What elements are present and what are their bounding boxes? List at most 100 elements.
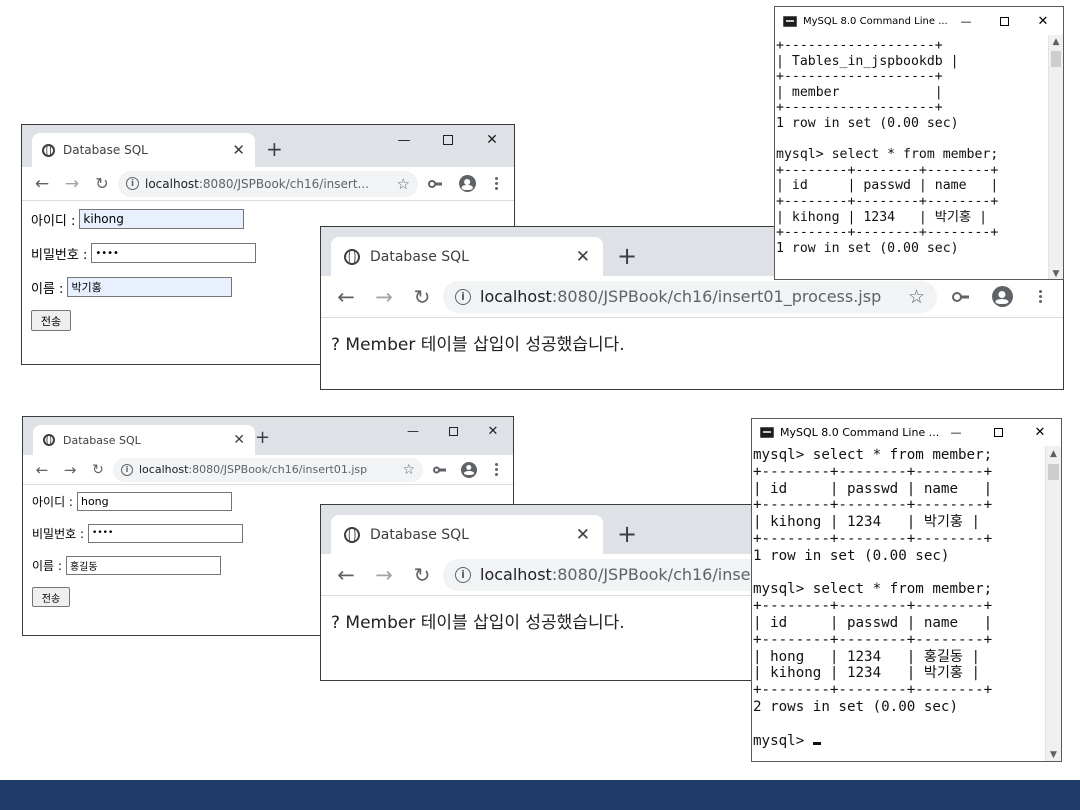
console-line: +--------+--------+--------+ <box>753 598 993 615</box>
console-line: 2 rows in set (0.00 sec) <box>753 698 958 715</box>
new-tab-button[interactable]: + <box>617 520 637 548</box>
window-controls: — ✕ <box>382 125 514 155</box>
menu-kebab-icon[interactable] <box>485 463 507 476</box>
browser-toolbar: ← → ↻ i localhost:8080/JSPBook/ch16/inse… <box>321 276 1063 318</box>
forward-arrow-icon[interactable]: → <box>367 563 401 587</box>
back-arrow-icon[interactable]: ← <box>28 174 56 194</box>
id-field[interactable]: hong <box>76 491 232 511</box>
close-window-icon[interactable]: ✕ <box>1023 7 1063 35</box>
browser-toolbar: ← → ↻ i localhost:8080/JSPBook/ch16/inse… <box>321 554 779 596</box>
close-window-icon[interactable]: ✕ <box>470 125 514 155</box>
console-window-controls: — ✕ <box>947 7 1063 35</box>
reload-icon[interactable]: ↻ <box>405 563 439 587</box>
console-line: 1 row in set (0.00 sec) <box>776 115 959 131</box>
tab-title: Database SQL <box>370 526 469 543</box>
browser-window-result-bottom: Database SQL ✕ + ← → ↻ i localhost:8080/… <box>320 504 780 681</box>
globe-icon <box>344 526 360 543</box>
globe-icon <box>344 248 360 265</box>
profile-avatar-icon[interactable] <box>455 461 483 478</box>
maximize-icon[interactable] <box>426 125 470 155</box>
minimize-icon[interactable]: — <box>382 125 426 155</box>
forward-arrow-icon[interactable]: → <box>367 285 401 309</box>
scroll-thumb[interactable] <box>1048 464 1059 480</box>
reload-icon[interactable]: ↻ <box>405 285 439 309</box>
maximize-icon[interactable] <box>433 417 473 445</box>
console-text: +-------------------+ | Tables_in_jspbook… <box>776 38 1049 256</box>
console-line: | kihong | 1234 | 박기홍 | <box>776 209 988 225</box>
scroll-up-arrow-icon[interactable]: ▲ <box>1046 449 1061 459</box>
result-page: ? Member 테이블 삽입이 성공했습니다. <box>321 596 779 645</box>
browser-tab[interactable]: Database SQL ✕ <box>331 237 603 276</box>
console-line: +-------------------+ <box>776 69 943 85</box>
minimize-icon[interactable]: — <box>393 417 433 445</box>
key-icon[interactable] <box>941 291 979 303</box>
back-arrow-icon[interactable]: ← <box>29 461 55 479</box>
address-bar[interactable]: i localhost:8080/JSPBook/ch16/insert... … <box>118 170 418 197</box>
scroll-up-arrow-icon[interactable]: ▲ <box>1049 37 1063 47</box>
info-icon[interactable]: i <box>121 463 133 476</box>
maximize-icon[interactable] <box>985 7 1023 35</box>
key-icon[interactable] <box>420 179 450 189</box>
reload-icon[interactable]: ↻ <box>88 174 116 193</box>
scroll-down-arrow-icon[interactable]: ▼ <box>1046 750 1061 760</box>
forward-arrow-icon[interactable]: → <box>58 174 86 194</box>
browser-toolbar: ← → ↻ i localhost:8080/JSPBook/ch16/inse… <box>22 167 514 201</box>
browser-tab[interactable]: Database SQL ✕ <box>33 425 255 455</box>
minimize-icon[interactable]: — <box>935 419 977 446</box>
profile-avatar-icon[interactable] <box>983 286 1021 307</box>
close-tab-icon[interactable]: ✕ <box>576 525 590 545</box>
scroll-thumb[interactable] <box>1051 51 1061 67</box>
menu-kebab-icon[interactable] <box>1025 290 1055 303</box>
browser-tab[interactable]: Database SQL ✕ <box>331 515 603 554</box>
info-icon[interactable]: i <box>455 288 471 305</box>
back-arrow-icon[interactable]: ← <box>329 285 363 309</box>
close-window-icon[interactable]: ✕ <box>473 417 513 445</box>
info-icon[interactable]: i <box>126 177 139 190</box>
close-tab-icon[interactable]: ✕ <box>576 247 590 267</box>
console-app-icon <box>760 427 774 438</box>
password-field[interactable]: •••• <box>91 243 257 263</box>
name-label: 이름 : <box>32 558 62 573</box>
close-tab-icon[interactable]: ✕ <box>233 432 245 448</box>
text-cursor <box>812 741 821 745</box>
key-icon[interactable] <box>425 465 453 474</box>
minimize-icon[interactable]: — <box>947 7 985 35</box>
back-arrow-icon[interactable]: ← <box>329 563 363 587</box>
menu-kebab-icon[interactable] <box>484 177 508 190</box>
browser-tab[interactable]: Database SQL ✕ <box>32 133 255 167</box>
name-field[interactable]: 홍길동 <box>65 555 221 575</box>
new-tab-button[interactable]: + <box>266 137 283 161</box>
bookmark-star-icon[interactable]: ☆ <box>397 175 410 193</box>
console-prompt-line[interactable]: mysql> <box>753 733 1047 750</box>
console-line: | id | passwd | name | <box>753 614 993 631</box>
submit-button[interactable]: 전송 <box>32 587 70 607</box>
close-window-icon[interactable]: ✕ <box>1019 419 1061 446</box>
name-field[interactable]: 박기홍 <box>67 277 233 297</box>
address-bar[interactable]: i localhost:8080/JSPBook/ch16/insert01.j… <box>113 457 423 482</box>
new-tab-button[interactable]: + <box>255 427 270 448</box>
password-label: 비밀번호 : <box>31 247 88 263</box>
maximize-icon[interactable] <box>977 419 1019 446</box>
tab-title: Database SQL <box>370 248 469 265</box>
console-line: mysql> select * from member; <box>776 147 999 163</box>
submit-button[interactable]: 전송 <box>31 310 71 331</box>
profile-avatar-icon[interactable] <box>452 175 482 192</box>
scroll-down-arrow-icon[interactable]: ▼ <box>1049 269 1063 279</box>
console-title: MySQL 8.0 Command Line ... <box>803 15 948 27</box>
console-app-icon <box>783 15 797 27</box>
close-tab-icon[interactable]: ✕ <box>232 141 245 159</box>
console-scrollbar[interactable]: ▲ ▼ <box>1048 35 1063 279</box>
info-icon[interactable]: i <box>455 566 471 583</box>
password-field[interactable]: •••• <box>88 523 244 543</box>
new-tab-button[interactable]: + <box>617 242 637 270</box>
bookmark-star-icon[interactable]: ☆ <box>402 462 415 478</box>
forward-arrow-icon[interactable]: → <box>57 461 83 479</box>
reload-icon[interactable]: ↻ <box>85 462 111 478</box>
address-bar[interactable]: i localhost:8080/JSPBook/ch16/insert01_p… <box>443 280 937 313</box>
console-scrollbar[interactable]: ▲ ▼ <box>1045 446 1061 761</box>
address-bar[interactable]: i localhost:8080/JSPBook/ch16/insert01 <box>443 558 771 591</box>
result-message: ? Member 테이블 삽입이 성공했습니다. <box>331 335 625 355</box>
bookmark-star-icon[interactable]: ☆ <box>908 286 925 308</box>
id-field[interactable]: kihong <box>79 209 245 229</box>
console-output: mysql> select * from member; +--------+--… <box>752 446 1047 761</box>
